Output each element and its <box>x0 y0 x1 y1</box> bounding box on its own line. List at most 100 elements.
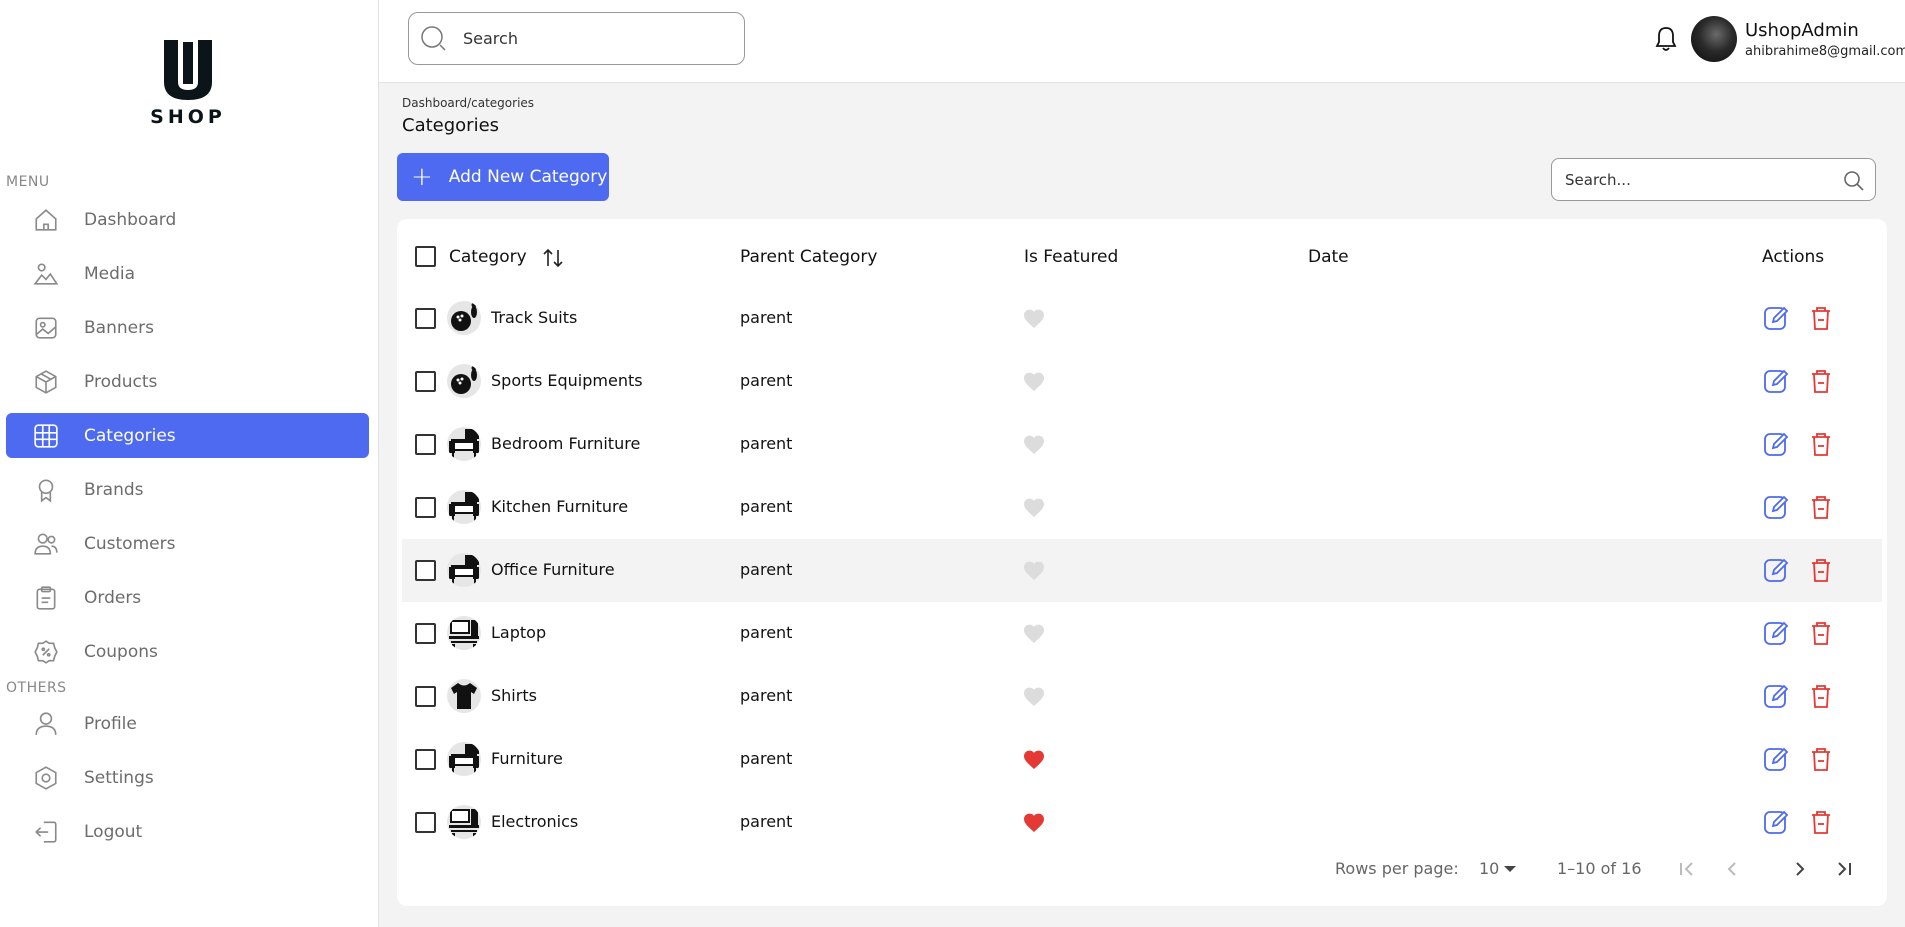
sidebar-item-coupons[interactable]: Coupons <box>6 629 369 674</box>
category-name: Electronics <box>491 812 579 831</box>
category-name: Furniture <box>491 749 563 768</box>
table-search[interactable] <box>1551 158 1876 201</box>
sidebar-item-categories[interactable]: Categories <box>6 413 369 458</box>
edit-icon[interactable] <box>1762 682 1790 710</box>
heart-icon[interactable] <box>1022 433 1046 457</box>
image-icon <box>32 314 60 342</box>
edit-icon[interactable] <box>1762 493 1790 521</box>
heart-icon[interactable] <box>1022 496 1046 520</box>
sidebar-item-brands[interactable]: Brands <box>6 467 369 512</box>
avatar[interactable] <box>1691 16 1737 62</box>
sidebar: SHOP MENU Dashboard Media Banners Produc… <box>0 0 379 927</box>
row-checkbox[interactable] <box>415 308 436 329</box>
table-row[interactable]: Furniture parent <box>402 728 1882 791</box>
select-all-checkbox[interactable] <box>415 246 436 267</box>
row-checkbox[interactable] <box>415 686 436 707</box>
prev-page-icon[interactable] <box>1722 859 1742 879</box>
sidebar-item-label: Dashboard <box>84 209 177 230</box>
edit-icon[interactable] <box>1762 556 1790 584</box>
column-header-date: Date <box>1308 247 1349 267</box>
edit-icon[interactable] <box>1762 619 1790 647</box>
edit-icon[interactable] <box>1762 430 1790 458</box>
sidebar-item-label: Profile <box>84 713 137 734</box>
table-row[interactable]: Shirts parent <box>402 665 1882 728</box>
edit-icon[interactable] <box>1762 745 1790 773</box>
row-checkbox[interactable] <box>415 497 436 518</box>
column-header-category[interactable]: Category <box>449 247 527 267</box>
category-thumbnail <box>447 805 481 839</box>
edit-icon[interactable] <box>1762 367 1790 395</box>
row-checkbox[interactable] <box>415 434 436 455</box>
brand-logo[interactable]: SHOP <box>150 38 226 130</box>
table-row[interactable]: Office Furniture parent <box>402 539 1882 602</box>
heart-icon[interactable] <box>1022 748 1046 772</box>
trash-icon[interactable] <box>1807 556 1835 584</box>
heart-icon[interactable] <box>1022 559 1046 583</box>
table-row[interactable]: Bedroom Furniture parent <box>402 413 1882 476</box>
table-search-input[interactable] <box>1565 170 1835 189</box>
chevron-down-icon[interactable] <box>1504 866 1516 872</box>
parent-category: parent <box>740 560 793 579</box>
category-thumbnail <box>447 364 481 398</box>
sidebar-item-label: Settings <box>84 767 154 788</box>
trash-icon[interactable] <box>1807 745 1835 773</box>
row-checkbox[interactable] <box>415 812 436 833</box>
sidebar-item-media[interactable]: Media <box>6 251 369 296</box>
table-row[interactable]: Electronics parent <box>402 791 1882 854</box>
rows-per-page-select[interactable]: 10 <box>1479 859 1499 878</box>
table-row[interactable]: Laptop parent <box>402 602 1882 665</box>
grid-icon <box>32 422 60 450</box>
bell-icon[interactable] <box>1655 26 1677 52</box>
last-page-icon[interactable] <box>1834 859 1854 879</box>
breadcrumb[interactable]: Dashboard/categories <box>402 96 534 110</box>
trash-icon[interactable] <box>1807 619 1835 647</box>
trash-icon[interactable] <box>1807 304 1835 332</box>
others-section-label: OTHERS <box>6 680 67 696</box>
category-name: Shirts <box>491 686 537 705</box>
sidebar-item-profile[interactable]: Profile <box>6 701 369 746</box>
edit-icon[interactable] <box>1762 808 1790 836</box>
edit-icon[interactable] <box>1762 304 1790 332</box>
sidebar-item-settings[interactable]: Settings <box>6 755 369 800</box>
heart-icon[interactable] <box>1022 307 1046 331</box>
row-checkbox[interactable] <box>415 623 436 644</box>
page-title: Categories <box>402 115 500 136</box>
global-search[interactable] <box>408 12 745 65</box>
sidebar-item-dashboard[interactable]: Dashboard <box>6 197 369 242</box>
parent-category: parent <box>740 749 793 768</box>
trash-icon[interactable] <box>1807 808 1835 836</box>
table-row[interactable]: Kitchen Furniture parent <box>402 476 1882 539</box>
trash-icon[interactable] <box>1807 367 1835 395</box>
row-checkbox[interactable] <box>415 560 436 581</box>
heart-icon[interactable] <box>1022 622 1046 646</box>
add-category-button[interactable]: + Add New Category <box>397 153 609 201</box>
trash-icon[interactable] <box>1807 493 1835 521</box>
column-header-featured: Is Featured <box>1024 247 1119 267</box>
home-icon <box>32 206 60 234</box>
coupon-icon <box>32 638 60 666</box>
pagination-range: 1–10 of 16 <box>1557 859 1642 878</box>
sidebar-item-customers[interactable]: Customers <box>6 521 369 566</box>
category-name: Sports Equipments <box>491 371 643 390</box>
global-search-input[interactable] <box>463 29 713 48</box>
sidebar-item-products[interactable]: Products <box>6 359 369 404</box>
search-icon[interactable] <box>1843 170 1865 192</box>
row-checkbox[interactable] <box>415 749 436 770</box>
sidebar-item-orders[interactable]: Orders <box>6 575 369 620</box>
heart-icon[interactable] <box>1022 685 1046 709</box>
sort-icon[interactable] <box>542 247 564 269</box>
category-thumbnail <box>447 490 481 524</box>
sidebar-item-banners[interactable]: Banners <box>6 305 369 350</box>
heart-icon[interactable] <box>1022 370 1046 394</box>
parent-category: parent <box>740 371 793 390</box>
next-page-icon[interactable] <box>1790 859 1810 879</box>
table-row[interactable]: Sports Equipments parent <box>402 350 1882 413</box>
sidebar-item-logout[interactable]: Logout <box>6 809 369 854</box>
row-checkbox[interactable] <box>415 371 436 392</box>
table-row[interactable]: Track Suits parent <box>402 287 1882 350</box>
heart-icon[interactable] <box>1022 811 1046 835</box>
trash-icon[interactable] <box>1807 682 1835 710</box>
trash-icon[interactable] <box>1807 430 1835 458</box>
first-page-icon[interactable] <box>1677 859 1697 879</box>
sidebar-item-label: Products <box>84 371 158 392</box>
